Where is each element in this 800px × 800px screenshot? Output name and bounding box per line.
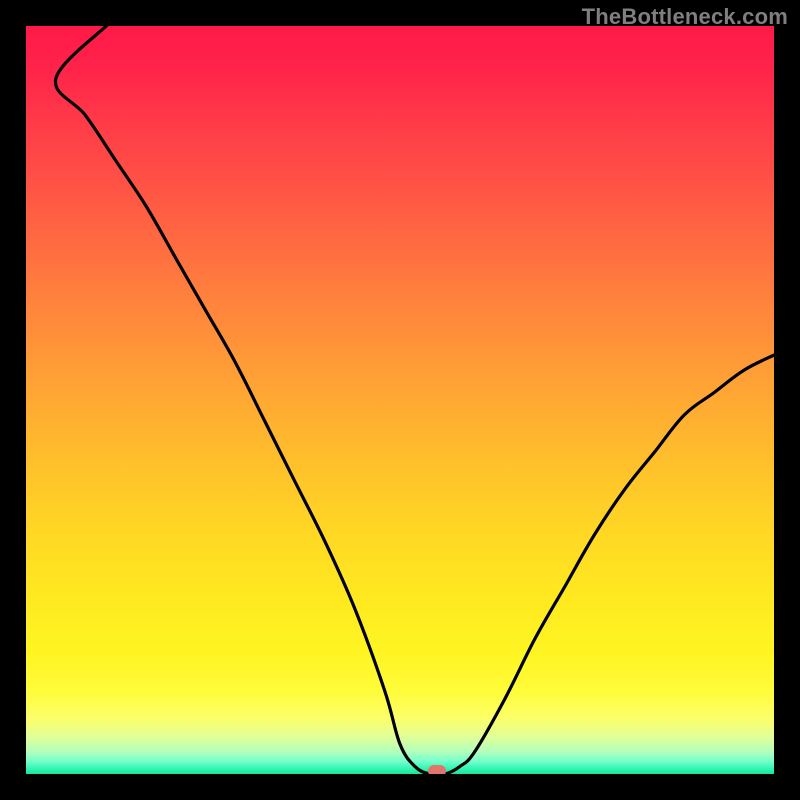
bottleneck-curve xyxy=(26,26,774,774)
chart-frame: TheBottleneck.com xyxy=(0,0,800,800)
plot-area xyxy=(26,26,774,774)
watermark-text: TheBottleneck.com xyxy=(582,4,788,30)
curve-path xyxy=(55,26,774,774)
optimal-marker xyxy=(428,765,446,774)
